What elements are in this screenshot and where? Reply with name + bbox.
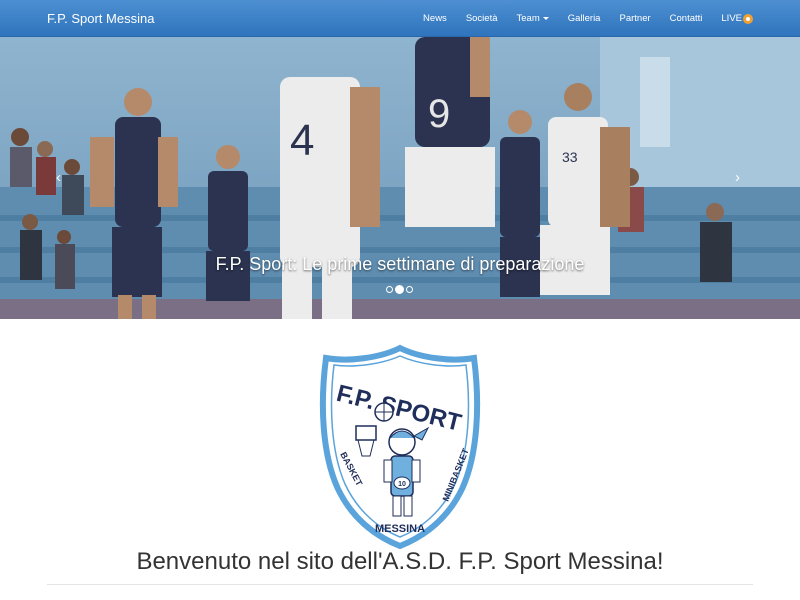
nav-item-contatti[interactable]: Contatti [670, 13, 703, 24]
nav-item-news[interactable]: News [423, 13, 447, 24]
carousel-indicators [386, 285, 415, 294]
carousel-indicator-3[interactable] [406, 286, 413, 293]
nav-item-label: News [423, 13, 447, 24]
nav-item-live[interactable]: LIVE [721, 13, 753, 24]
caret-down-icon [542, 17, 549, 20]
nav-item-label: LIVE [721, 13, 742, 24]
nav-item-label: Team [516, 13, 540, 24]
top-navbar: F.P. Sport Messina News Società Team Gal… [0, 0, 800, 37]
nav-item-label: Partner [619, 13, 651, 24]
club-logo: F.P. SPORT 10 BASKET MINIBASKET MESSINA [319, 344, 481, 549]
carousel-caption[interactable]: F.P. Sport: Le prime settimane di prepar… [0, 254, 800, 275]
nav-item-partner[interactable]: Partner [619, 13, 650, 24]
brand-link[interactable]: F.P. Sport Messina [47, 11, 154, 26]
nav-item-label: Contatti [669, 13, 703, 24]
svg-text:4: 4 [290, 116, 314, 165]
carousel-next-arrow-icon[interactable]: › [735, 170, 740, 185]
carousel-slide-image: 4 9 33 [0, 37, 800, 319]
nav-item-societa[interactable]: Società [466, 13, 498, 24]
svg-text:9: 9 [428, 92, 450, 136]
nav-item-label: Società [465, 13, 498, 24]
welcome-heading: Benvenuto nel sito dell'A.S.D. F.P. Spor… [136, 548, 664, 575]
rss-icon [743, 13, 753, 24]
logo-bottom-text: MESSINA [375, 523, 425, 535]
carousel-indicator-1[interactable] [386, 286, 393, 293]
main-nav: News Società Team Galleria Partner Conta… [404, 0, 753, 37]
logo-jersey-number: 10 [398, 481, 406, 488]
hero-carousel: 4 9 33 ‹ › F.P. Sport: Le prime settiman… [0, 37, 800, 319]
nav-item-label: Galleria [567, 13, 601, 24]
nav-item-team-dropdown[interactable]: Team [517, 13, 549, 24]
svg-text:33: 33 [562, 149, 578, 165]
divider [47, 584, 753, 585]
carousel-indicator-2[interactable] [395, 285, 404, 294]
carousel-prev-arrow-icon[interactable]: ‹ [56, 170, 61, 185]
nav-item-galleria[interactable]: Galleria [568, 13, 601, 24]
